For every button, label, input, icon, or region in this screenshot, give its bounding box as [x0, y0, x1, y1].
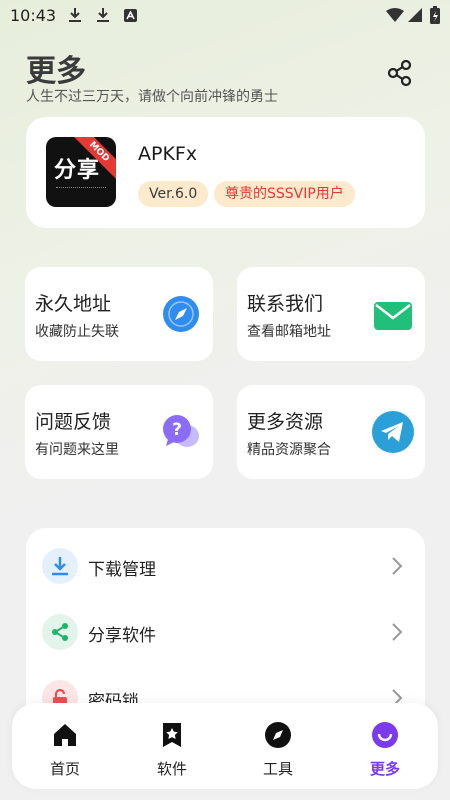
compass-icon	[265, 722, 291, 748]
app-notification-icon	[124, 9, 137, 22]
card-subtitle: 精品资源聚合	[247, 442, 331, 458]
card-subtitle: 有问题来这里	[35, 442, 119, 458]
card-title: 联系我们	[247, 293, 324, 315]
list-item-label: 分享软件	[88, 626, 156, 646]
mail-icon	[374, 302, 412, 330]
share-icon	[387, 59, 412, 87]
compass-icon	[163, 296, 199, 332]
share-icon	[42, 614, 78, 650]
nav-label: 工具	[262, 760, 293, 778]
card-title: 更多资源	[247, 411, 324, 433]
nav-more[interactable]: 更多	[345, 703, 425, 789]
bottom-nav: 首页 软件 工具 更多	[12, 703, 438, 789]
smile-icon	[372, 722, 398, 748]
home-icon	[54, 724, 76, 746]
page-title: 更多	[26, 54, 86, 89]
contact-us-card[interactable]: 联系我们 查看邮箱地址	[237, 267, 425, 361]
share-button[interactable]	[385, 58, 415, 88]
permanent-address-card[interactable]: 永久地址 收藏防止失联	[25, 267, 213, 361]
download-notification-icon	[97, 8, 109, 22]
status-time: 10:43	[10, 6, 57, 25]
vip-badge: 尊贵的SSSVIP用户	[214, 181, 355, 207]
app-info-card[interactable]: 分享 MOD APKFx Ver.6.0 尊贵的SSSVIP用户	[26, 117, 425, 228]
more-resources-card[interactable]: 更多资源 精品资源聚合	[237, 385, 425, 479]
app-name: APKFx	[138, 143, 198, 165]
nav-label: 软件	[156, 760, 187, 778]
telegram-icon	[372, 411, 414, 453]
nav-tools[interactable]: 工具	[238, 703, 318, 789]
list-item-share-app[interactable]: 分享软件	[26, 601, 425, 663]
download-notification-icon	[69, 8, 81, 22]
page-subtitle: 人生不过三万天，请做个向前冲锋的勇士	[26, 89, 278, 105]
download-icon	[42, 548, 78, 584]
logo-divider	[56, 187, 106, 190]
version-badge: Ver.6.0	[138, 181, 209, 207]
card-title: 永久地址	[35, 293, 112, 315]
list-item-label: 下载管理	[88, 560, 156, 580]
battery-charging-icon	[430, 6, 440, 24]
card-subtitle: 收藏防止失联	[35, 324, 119, 340]
app-logo: 分享 MOD	[46, 137, 116, 207]
svg-text:?: ?	[172, 420, 182, 440]
chevron-right-icon	[392, 557, 403, 575]
status-bar: 10:43	[0, 0, 450, 32]
list-item-download-manager[interactable]: 下载管理	[26, 535, 425, 597]
wifi-icon	[386, 8, 404, 22]
cell-signal-icon	[408, 8, 422, 22]
feedback-card[interactable]: 问题反馈 有问题来这里 ?	[25, 385, 213, 479]
bookmark-star-icon	[163, 723, 181, 747]
nav-home[interactable]: 首页	[25, 703, 105, 789]
card-subtitle: 查看邮箱地址	[247, 324, 331, 340]
chevron-right-icon	[392, 623, 403, 641]
nav-label: 更多	[369, 760, 400, 778]
nav-software[interactable]: 软件	[132, 703, 212, 789]
question-chat-icon: ?	[163, 415, 199, 447]
card-title: 问题反馈	[35, 411, 112, 433]
nav-label: 首页	[49, 760, 80, 778]
